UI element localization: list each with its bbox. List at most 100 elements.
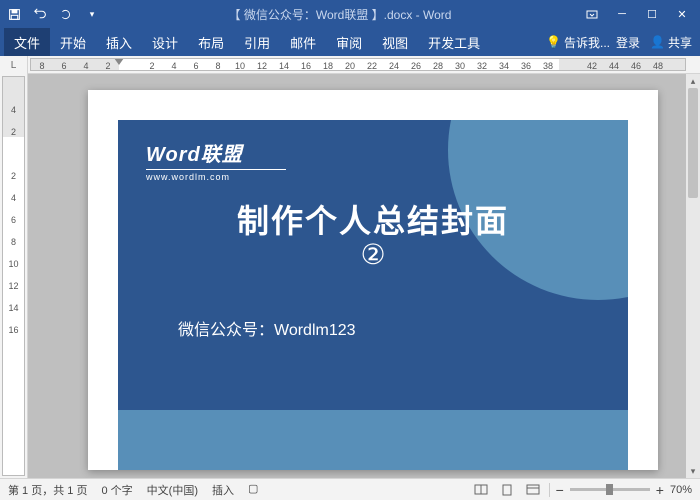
- ruler-tick: 28: [427, 59, 449, 70]
- ruler-tick: 24: [383, 59, 405, 70]
- document-canvas[interactable]: Word联盟 www.wordlm.com 制作个人总结封面 ② 微信公众号：W…: [28, 74, 700, 478]
- ruler-tick: 16: [3, 319, 24, 341]
- ruler-tick: 14: [273, 59, 295, 70]
- ruler-tick: 42: [581, 59, 603, 70]
- ruler-tick: [3, 143, 24, 165]
- ruler-tick: 12: [3, 275, 24, 297]
- ruler-tick: 48: [647, 59, 669, 70]
- zoom-slider-thumb[interactable]: [606, 484, 613, 495]
- ruler-tick: [3, 77, 24, 99]
- ruler-tick: 38: [537, 59, 559, 70]
- indent-marker-icon[interactable]: [114, 58, 124, 65]
- share-button[interactable]: 👤共享: [646, 34, 696, 51]
- document-title: 【 微信公众号：Word联盟 】.docx - Word: [102, 6, 578, 23]
- page[interactable]: Word联盟 www.wordlm.com 制作个人总结封面 ② 微信公众号：W…: [88, 90, 658, 470]
- tab-layout[interactable]: 布局: [188, 28, 234, 56]
- redo-button[interactable]: [56, 4, 76, 24]
- page-count[interactable]: 第 1 页，共 1 页: [8, 482, 87, 498]
- print-layout-button[interactable]: [497, 482, 517, 498]
- maximize-button[interactable]: ☐: [638, 3, 666, 25]
- quick-access-toolbar: ▾: [4, 4, 102, 24]
- macro-record-icon[interactable]: ▢: [248, 482, 258, 498]
- cover-wechat: 微信公众号：Wordlm123: [178, 316, 356, 340]
- ruler-tick: 16: [295, 59, 317, 70]
- ribbon-tabs: 文件 开始 插入 设计 布局 引用 邮件 审阅 视图 开发工具 💡告诉我... …: [0, 28, 700, 56]
- qat-customize-icon[interactable]: ▾: [82, 4, 102, 24]
- tab-selector[interactable]: L: [0, 56, 28, 74]
- horizontal-ruler-row: L 86422468101214161820222426283032343638…: [0, 56, 700, 74]
- minimize-button[interactable]: ─: [608, 3, 636, 25]
- vertical-ruler-column: 42246810121416: [0, 74, 28, 478]
- ruler-tick: 2: [3, 165, 24, 187]
- tab-mailings[interactable]: 邮件: [280, 28, 326, 56]
- tab-dev[interactable]: 开发工具: [418, 28, 490, 56]
- undo-button[interactable]: [30, 4, 50, 24]
- tab-file[interactable]: 文件: [4, 28, 50, 56]
- word-count[interactable]: 0 个字: [101, 482, 132, 498]
- window-controls: ─ ☐ ✕: [578, 3, 696, 25]
- ruler-tick: 4: [3, 187, 24, 209]
- zoom-in-button[interactable]: +: [656, 482, 664, 498]
- ruler-tick: 32: [471, 59, 493, 70]
- logo-divider: [146, 169, 286, 170]
- ruler-tick: 36: [515, 59, 537, 70]
- ruler-tick: 6: [3, 209, 24, 231]
- vertical-ruler[interactable]: 42246810121416: [2, 76, 25, 476]
- ruler-tick: 12: [251, 59, 273, 70]
- horizontal-ruler[interactable]: 8642246810121416182022242628303234363842…: [30, 58, 686, 71]
- tab-home[interactable]: 开始: [50, 28, 96, 56]
- insert-mode[interactable]: 插入: [212, 482, 234, 498]
- login-button[interactable]: 登录: [616, 34, 640, 51]
- titlebar: ▾ 【 微信公众号：Word联盟 】.docx - Word ─ ☐ ✕: [0, 0, 700, 28]
- statusbar: 第 1 页，共 1 页 0 个字 中文(中国) 插入 ▢ − + 70%: [0, 478, 700, 500]
- tab-insert[interactable]: 插入: [96, 28, 142, 56]
- tab-review[interactable]: 审阅: [326, 28, 372, 56]
- language-status[interactable]: 中文(中国): [147, 482, 198, 498]
- close-button[interactable]: ✕: [668, 3, 696, 25]
- ruler-tick: 8: [3, 231, 24, 253]
- ruler-tick: 4: [75, 59, 97, 70]
- vertical-scrollbar[interactable]: ▴ ▾: [686, 74, 700, 478]
- ruler-tick: 14: [3, 297, 24, 319]
- tab-references[interactable]: 引用: [234, 28, 280, 56]
- ruler-tick: 10: [229, 59, 251, 70]
- ruler-tick: 6: [53, 59, 75, 70]
- logo-text: Word联盟: [146, 138, 286, 167]
- ruler-tick: 8: [31, 59, 53, 70]
- scroll-up-icon[interactable]: ▴: [686, 74, 700, 88]
- workspace: 42246810121416 Word联盟 www.wordlm.com 制作个…: [0, 74, 700, 478]
- scrollbar-thumb[interactable]: [688, 88, 698, 198]
- web-layout-button[interactable]: [523, 482, 543, 498]
- read-mode-button[interactable]: [471, 482, 491, 498]
- ruler-tick: 46: [625, 59, 647, 70]
- tab-design[interactable]: 设计: [142, 28, 188, 56]
- tell-me-search[interactable]: 💡告诉我...: [546, 34, 610, 51]
- person-icon: 👤: [650, 35, 665, 49]
- zoom-level[interactable]: 70%: [670, 484, 692, 496]
- ruler-tick: 20: [339, 59, 361, 70]
- zoom-slider[interactable]: [570, 488, 650, 491]
- tab-view[interactable]: 视图: [372, 28, 418, 56]
- ruler-tick: 26: [405, 59, 427, 70]
- cover-title: 制作个人总结封面: [118, 196, 628, 242]
- logo-area: Word联盟 www.wordlm.com: [146, 138, 286, 182]
- ruler-tick: 4: [3, 99, 24, 121]
- ruler-tick: 30: [449, 59, 471, 70]
- divider: [549, 483, 550, 497]
- decorative-bottom-bar: [118, 410, 628, 470]
- tabs-left: 文件 开始 插入 设计 布局 引用 邮件 审阅 视图 开发工具: [4, 28, 490, 56]
- scroll-down-icon[interactable]: ▾: [686, 464, 700, 478]
- status-right: − + 70%: [471, 482, 692, 498]
- ruler-tick: 2: [3, 121, 24, 143]
- ruler-tick: 10: [3, 253, 24, 275]
- ruler-tick: 4: [163, 59, 185, 70]
- ruler-tick: 2: [141, 59, 163, 70]
- save-button[interactable]: [4, 4, 24, 24]
- ruler-tick: 18: [317, 59, 339, 70]
- ribbon-options-button[interactable]: [578, 3, 606, 25]
- logo-url: www.wordlm.com: [146, 172, 286, 182]
- ruler-tick: [559, 59, 581, 70]
- ruler-tick: 34: [493, 59, 515, 70]
- zoom-out-button[interactable]: −: [556, 482, 564, 498]
- ruler-tick: 44: [603, 59, 625, 70]
